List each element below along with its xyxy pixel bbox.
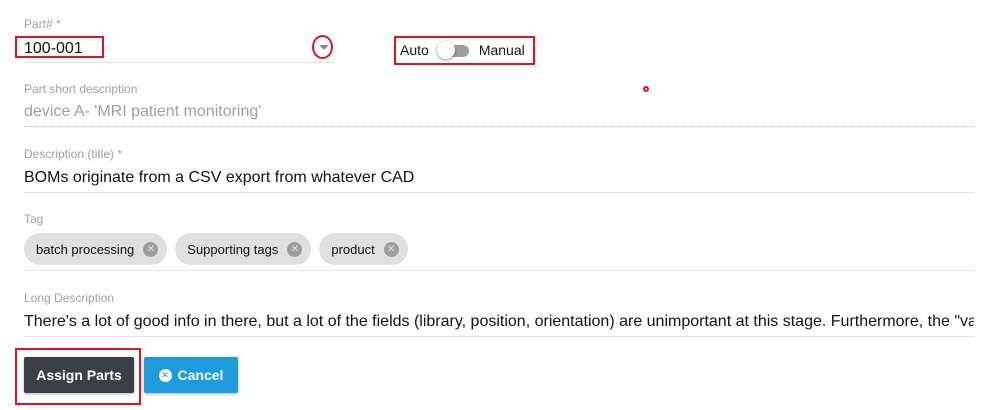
cancel-label: Cancel	[177, 367, 224, 383]
part-number-input[interactable]: 100-001	[24, 39, 284, 59]
tag-chip-label: Supporting tags	[187, 241, 279, 257]
cancel-button[interactable]: ✕ Cancel	[144, 357, 238, 393]
long-description-label: Long Description	[24, 291, 115, 305]
assign-parts-label: Assign Parts	[36, 367, 122, 383]
remove-circle-icon[interactable]: ✕	[143, 241, 159, 257]
short-description-label: Part short description	[24, 82, 138, 96]
part-number-label: Part# *	[24, 17, 61, 31]
auto-manual-toggle: Auto Manual	[400, 40, 525, 60]
tag-chip[interactable]: product ✕	[319, 233, 408, 265]
part-form: Part# * 100-001 Auto Manual Part short d…	[0, 0, 1008, 410]
tag-chip[interactable]: batch processing ✕	[24, 233, 168, 265]
remove-circle-icon[interactable]: ✕	[287, 241, 303, 257]
long-description-field: Long Description There's a lot of good i…	[24, 291, 974, 337]
part-number-underline	[24, 62, 334, 63]
part-number-field: Part# * 100-001	[24, 17, 334, 63]
assign-parts-button[interactable]: Assign Parts	[24, 357, 134, 393]
long-description-underline	[24, 336, 974, 337]
title-label: Description (title) *	[24, 147, 123, 161]
tag-chip[interactable]: Supporting tags ✕	[175, 233, 312, 265]
mode-switch[interactable]	[436, 40, 471, 60]
cancel-circle-icon: ✕	[158, 368, 172, 382]
short-description-field: Part short description device A- 'MRI pa…	[24, 82, 974, 127]
remove-circle-icon[interactable]: ✕	[383, 241, 399, 257]
switch-knob[interactable]	[436, 41, 455, 59]
chevron-down-icon[interactable]	[316, 39, 332, 55]
title-field: Description (title) * BOMs originate fro…	[24, 147, 974, 193]
tag-chip-list: batch processing ✕ Supporting tags ✕ pro…	[24, 233, 408, 265]
manual-label: Manual	[478, 42, 525, 58]
short-description-underline	[24, 126, 974, 127]
title-input[interactable]: BOMs originate from a CSV export from wh…	[24, 168, 974, 188]
tag-chip-label: product	[331, 241, 375, 257]
tag-label: Tag	[24, 212, 44, 226]
auto-label: Auto	[400, 42, 429, 58]
long-description-input[interactable]: There's a lot of good info in there, but…	[24, 312, 974, 332]
tag-underline	[24, 270, 974, 271]
tag-field: Tag batch processing ✕ Supporting tags ✕…	[24, 212, 974, 271]
tag-chip-label: batch processing	[36, 241, 135, 257]
title-underline	[24, 192, 974, 193]
short-description-input[interactable]: device A- 'MRI patient monitoring'	[24, 102, 974, 122]
